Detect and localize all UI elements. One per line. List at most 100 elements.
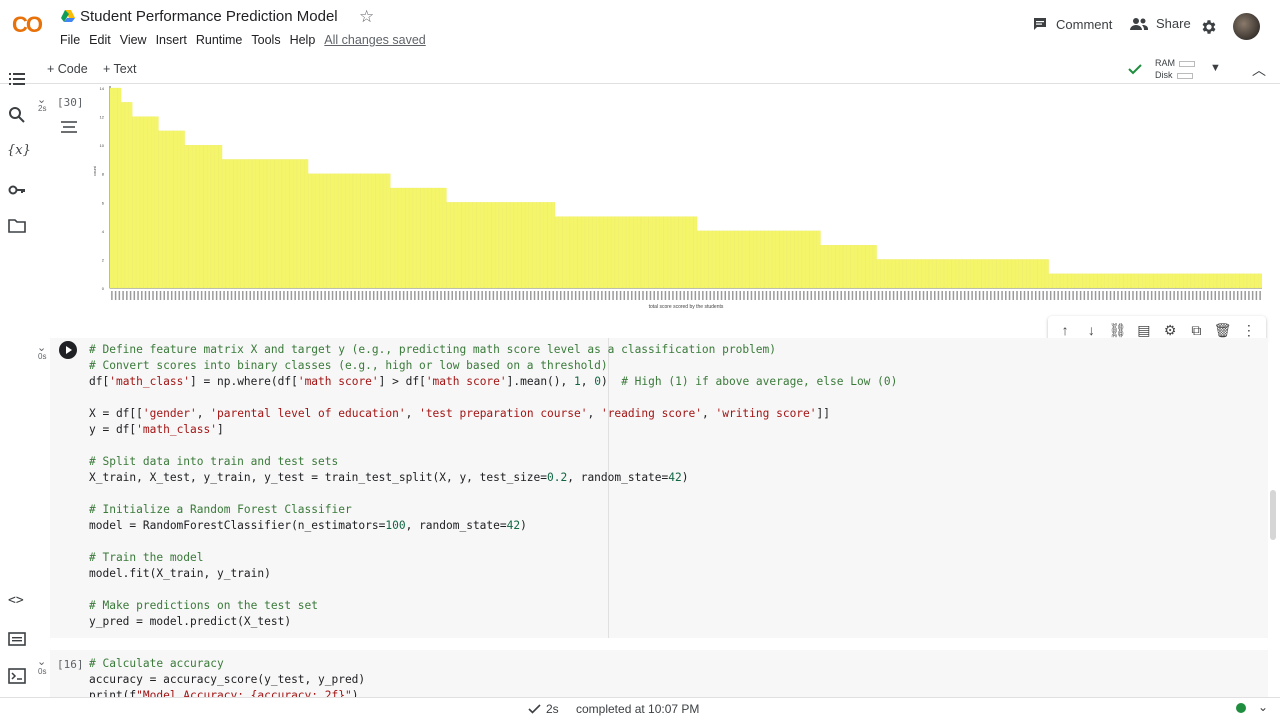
menu-item-file[interactable]: File: [60, 33, 80, 47]
code-editor[interactable]: # Define feature matrix X and target y (…: [89, 342, 897, 630]
chevron-up-icon[interactable]: ︿: [1252, 60, 1266, 80]
run-cell-button[interactable]: [58, 340, 78, 360]
x-tick-label: [111, 291, 113, 300]
x-tick-label: [466, 291, 468, 300]
chevron-down-icon[interactable]: ⌄: [1258, 700, 1268, 714]
table-of-contents-icon[interactable]: [8, 70, 26, 88]
chart-bar: [416, 187, 421, 289]
comment-icon: [1034, 18, 1046, 30]
x-tick-label: [1027, 291, 1029, 300]
move-down-icon[interactable]: ↓: [1081, 322, 1101, 338]
menu-item-edit[interactable]: Edit: [89, 33, 111, 47]
chart-bar: [1228, 273, 1233, 289]
chart-bar: [465, 202, 470, 289]
x-tick-label: [919, 291, 921, 300]
delete-icon[interactable]: 🗑: [1213, 322, 1233, 339]
menu-item-view[interactable]: View: [120, 33, 147, 47]
chart-bar: [899, 259, 903, 289]
chart-bar: [375, 173, 380, 289]
x-tick-label: [567, 291, 569, 300]
comment-button[interactable]: Comment: [1032, 16, 1112, 32]
runtime-status-dot[interactable]: [1236, 703, 1246, 713]
chart-bar: [760, 230, 765, 289]
status-text[interactable]: completed at 10:07 PM: [576, 702, 699, 716]
move-up-icon[interactable]: ↑: [1055, 322, 1075, 338]
mirror-cell-icon[interactable]: ⧉: [1186, 322, 1206, 339]
x-tick-label: [754, 291, 756, 300]
code-snippets-icon[interactable]: <>: [8, 593, 26, 611]
chart-bar: [356, 173, 361, 289]
chevron-down-icon[interactable]: ▼: [1210, 62, 1221, 74]
colab-logo[interactable]: CO: [12, 12, 48, 38]
connected-check-icon[interactable]: [1127, 61, 1143, 77]
x-tick-label: [705, 291, 708, 300]
x-tick-label: [1154, 291, 1157, 300]
x-tick-label: [185, 291, 188, 300]
comment-icon[interactable]: ▤: [1134, 322, 1154, 339]
x-tick-label: [384, 291, 386, 300]
chart-bar: [771, 230, 776, 289]
chart-bar: [929, 259, 933, 289]
key-icon[interactable]: [8, 181, 26, 199]
chart-bar: [1044, 259, 1049, 289]
x-tick-label: [156, 291, 158, 300]
chart-bar: [596, 216, 600, 289]
more-vert-icon[interactable]: ⋮: [1239, 322, 1259, 339]
add-text-button[interactable]: + Text: [103, 62, 136, 76]
menu-item-help[interactable]: Help: [290, 33, 316, 47]
x-tick-label: [717, 291, 719, 300]
avatar[interactable]: [1233, 13, 1260, 40]
x-tick-label: [844, 291, 846, 300]
x-tick-label: [357, 291, 360, 300]
chart-bar: [498, 202, 503, 289]
x-tick-label: [739, 291, 741, 300]
drive-icon[interactable]: [61, 9, 75, 23]
chart-bar: [745, 230, 750, 289]
x-tick-label: [948, 291, 951, 300]
x-tick-label: [1087, 291, 1089, 300]
chart-bar: [513, 202, 518, 289]
x-tick-label: [675, 291, 678, 300]
settings-icon[interactable]: ⚙: [1160, 322, 1180, 339]
chart-bar: [603, 216, 608, 289]
chart-bar: [708, 230, 713, 289]
x-tick-label: [1061, 291, 1063, 300]
output-actions-icon[interactable]: [60, 120, 78, 134]
star-icon[interactable]: ☆: [359, 7, 374, 27]
chart-bar: [293, 159, 297, 289]
search-icon[interactable]: [8, 106, 26, 124]
chart-bar: [154, 116, 159, 289]
terminal-icon[interactable]: [8, 667, 26, 685]
x-tick-label: [743, 291, 745, 300]
x-tick-label: [769, 291, 771, 300]
top-bar: CO Student Performance Prediction Model …: [0, 0, 1280, 56]
menu-item-insert[interactable]: Insert: [156, 33, 187, 47]
notebook-scrollbar[interactable]: [1270, 490, 1276, 540]
notebook-title[interactable]: Student Performance Prediction Model: [80, 8, 338, 25]
x-tick-label: [118, 291, 121, 300]
resource-monitor[interactable]: RAM Disk: [1155, 57, 1195, 81]
x-tick-label: [500, 291, 502, 300]
save-status[interactable]: All changes saved: [324, 33, 425, 47]
x-tick-label: [631, 291, 633, 300]
link-icon[interactable]: ⛓: [1108, 322, 1128, 339]
x-tick-label: [638, 291, 640, 300]
x-tick-label: [1053, 291, 1056, 300]
add-code-button[interactable]: + Code: [47, 62, 88, 76]
x-tick-label: [279, 291, 281, 300]
folder-icon[interactable]: [8, 217, 26, 235]
gear-icon[interactable]: [1200, 18, 1218, 36]
menu-item-tools[interactable]: Tools: [251, 33, 280, 47]
variables-icon[interactable]: {x}: [7, 143, 31, 161]
command-palette-icon[interactable]: [8, 630, 26, 648]
chart-bar: [300, 159, 305, 289]
share-button[interactable]: Share: [1130, 16, 1191, 31]
chart-bar: [330, 173, 335, 289]
x-tick-label: [324, 291, 326, 300]
chart-bar: [689, 216, 694, 289]
x-tick-label: [305, 291, 308, 300]
chart-bar: [861, 245, 866, 289]
menu-item-runtime[interactable]: Runtime: [196, 33, 243, 47]
chart-bar: [214, 145, 219, 289]
